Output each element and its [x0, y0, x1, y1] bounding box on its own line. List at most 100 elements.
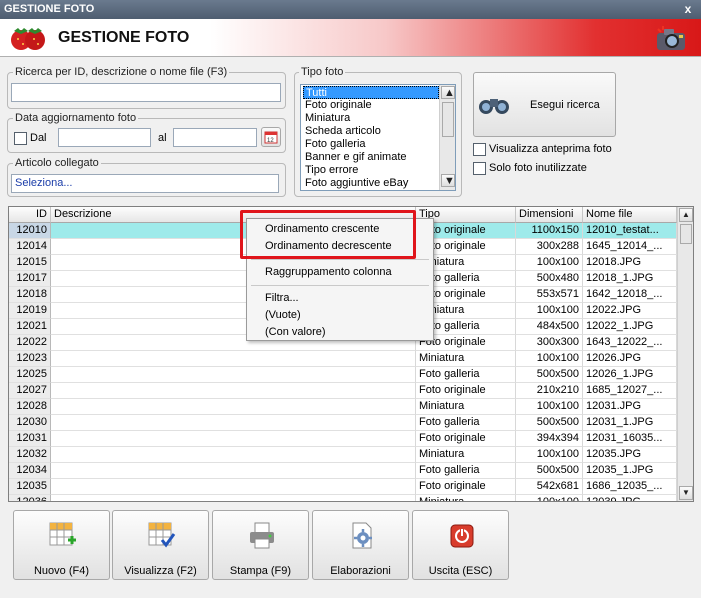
process-gear-icon	[352, 522, 372, 549]
table-row[interactable]: 12027 Foto originale 210x210 1685_12027_...	[9, 383, 677, 399]
cell-type: Miniatura	[416, 351, 516, 367]
column-header-id[interactable]: ID	[9, 207, 51, 223]
date-filter-label: Data aggiornamento foto	[13, 112, 139, 124]
svg-text:12: 12	[267, 138, 274, 144]
table-row[interactable]: 12023 Miniatura 100x100 12026.JPG	[9, 351, 677, 367]
photo-type-list[interactable]: Tutti Foto originale Miniatura Scheda artic…	[300, 84, 456, 191]
cell-type: Foto originale	[416, 383, 516, 399]
cell-dim: 484x500	[516, 319, 583, 335]
cell-id: 12025	[9, 367, 51, 383]
photo-type-scrollbar[interactable]: ▲ ▼	[439, 85, 455, 190]
cell-desc	[51, 415, 416, 431]
processing-button[interactable]: Elaborazioni	[312, 510, 409, 580]
cell-type: Foto originale	[416, 431, 516, 447]
cell-id: 12027	[9, 383, 51, 399]
new-button-label: Nuovo (F4)	[33, 565, 90, 577]
photo-type-option[interactable]: Miniatura	[303, 112, 439, 125]
cell-file: 1642_12018_...	[583, 287, 677, 303]
table-scroll-down-icon[interactable]: ▼	[679, 486, 693, 500]
table-row[interactable]: 12036 Miniatura 100x100 12039.JPG	[9, 495, 677, 501]
table-row[interactable]: 12032 Miniatura 100x100 12035.JPG	[9, 447, 677, 463]
cell-dim: 100x100	[516, 399, 583, 415]
search-button[interactable]: Esegui ricerca	[473, 72, 616, 137]
cell-type: Foto galleria	[416, 463, 516, 479]
cell-id: 12036	[9, 495, 51, 501]
search-button-label: Esegui ricerca	[530, 99, 600, 111]
table-row[interactable]: 12031 Foto originale 394x394 12031_16035...	[9, 431, 677, 447]
sort-options-highlight	[240, 210, 416, 259]
header-banner: GESTIONE FOTO	[0, 19, 701, 57]
table-scroll-thumb[interactable]	[680, 224, 692, 244]
preview-checkbox[interactable]	[473, 143, 486, 156]
menu-item-group-column[interactable]: Raggruppamento colonna	[247, 264, 433, 280]
cell-file: 12035.JPG	[583, 447, 677, 463]
cell-id: 12032	[9, 447, 51, 463]
photo-type-option[interactable]: Tutti	[303, 86, 439, 99]
date-from-input[interactable]	[58, 128, 151, 147]
table-scroll-up-icon[interactable]: ▲	[679, 208, 693, 222]
new-grid-icon	[49, 522, 76, 546]
cell-file: 12031.JPG	[583, 399, 677, 415]
menu-item-with-value[interactable]: (Con valore)	[247, 324, 433, 340]
table-row[interactable]: 12028 Miniatura 100x100 12031.JPG	[9, 399, 677, 415]
article-selector[interactable]: Seleziona...	[11, 174, 279, 193]
cell-dim: 100x100	[516, 255, 583, 271]
column-header-dimensions[interactable]: Dimensioni	[516, 207, 583, 223]
column-header-filename[interactable]: Nome file	[583, 207, 677, 223]
photo-type-option[interactable]: Scheda articolo	[303, 125, 439, 138]
processing-button-label: Elaborazioni	[330, 565, 391, 577]
cell-dim: 100x100	[516, 495, 583, 501]
photo-type-option[interactable]: Foto aggiuntive eBay	[303, 177, 439, 190]
cell-dim: 500x500	[516, 463, 583, 479]
table-scrollbar[interactable]: ▲ ▼	[677, 207, 693, 501]
cell-file: 12031_16035...	[583, 431, 677, 447]
photo-type-option[interactable]: Foto originale	[303, 99, 439, 112]
cell-type: Miniatura	[416, 495, 516, 501]
date-to-label: al	[158, 132, 167, 144]
scroll-up-icon[interactable]: ▲	[441, 86, 455, 99]
cell-dim: 100x100	[516, 303, 583, 319]
scroll-thumb[interactable]	[442, 102, 454, 137]
cell-file: 12018.JPG	[583, 255, 677, 271]
photo-type-label: Tipo foto	[299, 66, 346, 78]
exit-button[interactable]: Uscita (ESC)	[412, 510, 509, 580]
cell-dim: 542x681	[516, 479, 583, 495]
cell-type: Miniatura	[416, 447, 516, 463]
cell-dim: 100x100	[516, 351, 583, 367]
menu-separator	[251, 285, 429, 286]
photo-type-option[interactable]: Banner e gif animate	[303, 151, 439, 164]
calendar-icon: 12	[264, 131, 278, 144]
preview-label: Visualizza anteprima foto	[489, 143, 612, 155]
table-row[interactable]: 12025 Foto galleria 500x500 12026_1.JPG	[9, 367, 677, 383]
calendar-button[interactable]: 12	[261, 127, 281, 147]
photo-type-option[interactable]: Tipo errore	[303, 164, 439, 177]
search-input[interactable]	[11, 83, 281, 102]
cell-desc	[51, 431, 416, 447]
scroll-down-icon[interactable]: ▼	[441, 174, 455, 187]
view-grid-icon	[148, 522, 176, 548]
print-button[interactable]: Stampa (F9)	[212, 510, 309, 580]
table-row[interactable]: 12030 Foto galleria 500x500 12031_1.JPG	[9, 415, 677, 431]
date-to-input[interactable]	[173, 128, 257, 147]
cell-id: 12034	[9, 463, 51, 479]
binoculars-icon	[479, 99, 509, 114]
menu-item-filter[interactable]: Filtra...	[247, 290, 433, 306]
cell-id: 12030	[9, 415, 51, 431]
unused-checkbox[interactable]	[473, 162, 486, 175]
header-title: GESTIONE FOTO	[58, 29, 190, 46]
cell-file: 12010_testat...	[583, 223, 677, 239]
view-button[interactable]: Visualizza (F2)	[112, 510, 209, 580]
cell-file: 12022.JPG	[583, 303, 677, 319]
cell-type: Foto galleria	[416, 415, 516, 431]
photo-type-option[interactable]: Foto galleria	[303, 138, 439, 151]
table-row[interactable]: 12035 Foto originale 542x681 1686_12035_...	[9, 479, 677, 495]
cell-id: 12022	[9, 335, 51, 351]
new-button[interactable]: Nuovo (F4)	[13, 510, 110, 580]
cell-id: 12028	[9, 399, 51, 415]
date-from-checkbox[interactable]	[14, 132, 27, 145]
cell-dim: 500x500	[516, 415, 583, 431]
close-icon[interactable]: x	[681, 0, 695, 19]
menu-item-empty[interactable]: (Vuote)	[247, 307, 433, 323]
table-row[interactable]: 12034 Foto galleria 500x500 12035_1.JPG	[9, 463, 677, 479]
cell-desc	[51, 479, 416, 495]
